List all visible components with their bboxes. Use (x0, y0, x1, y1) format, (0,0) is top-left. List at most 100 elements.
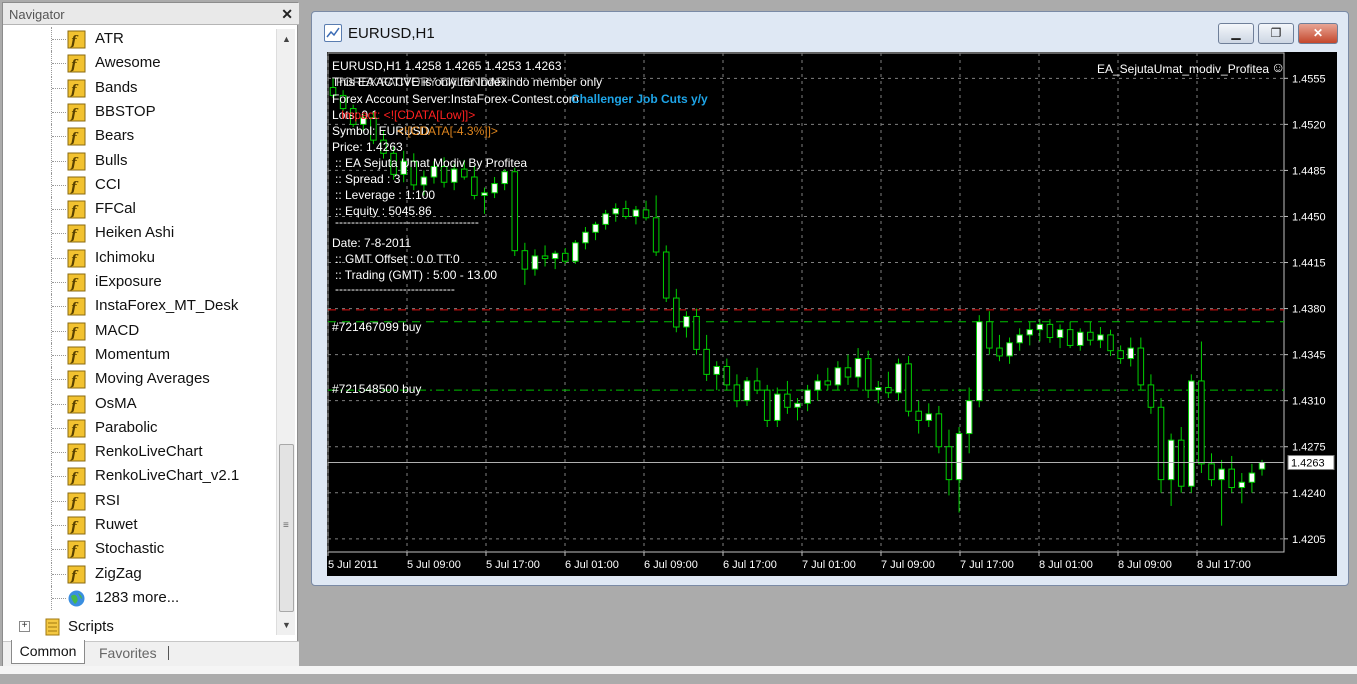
candle-body (743, 380, 751, 402)
indicator-item[interactable]: f Awesome (3, 51, 273, 76)
indicator-item[interactable]: f RSI (3, 488, 273, 513)
candle-body (632, 209, 640, 217)
news-impact: Impact: <![CDATA[Low]]> (341, 108, 476, 122)
indicator-item[interactable]: 1283 more... (3, 585, 273, 610)
indicator-item[interactable]: f ZigZag (3, 561, 273, 586)
indicator-label: BBSTOP (95, 102, 156, 120)
close-icon[interactable]: ✕ (281, 6, 293, 23)
x-tick-label: 5 Jul 09:00 (407, 559, 461, 571)
minimize-button[interactable]: ▁ (1218, 23, 1254, 44)
ea-name-label: EA_SejutaUmat_modiv_Profitea (1097, 62, 1270, 76)
indicator-icon: f (67, 467, 86, 486)
navigator-scrollbar[interactable]: ▲ ≡ ▼ (276, 29, 295, 635)
candle-body (794, 402, 801, 408)
indicator-item[interactable]: f Ruwet (3, 513, 273, 537)
indicator-item[interactable]: f RenkoLiveChart (3, 440, 273, 465)
gmt-offset-label: :: GMT Offset : 0.0 TT:0 (335, 252, 460, 266)
candle-body (784, 393, 791, 408)
navigator-tabs: Common Favorites (3, 640, 299, 667)
x-tick-label: 6 Jul 09:00 (644, 559, 698, 571)
tree-item-scripts[interactable]: + Scripts (3, 615, 273, 639)
indicator-item[interactable]: f Moving Averages (3, 367, 273, 392)
indicator-label: RenkoLiveChart (95, 443, 203, 461)
indicator-label: Heiken Ashi (95, 224, 175, 242)
chart-area[interactable]: 1.4555 1.4520 1.4485 1.4450 1.4415 1.4380 1.43… (327, 52, 1337, 576)
tree-branch (52, 282, 66, 283)
candle-body (673, 297, 680, 328)
indicator-item[interactable]: f ATR (3, 27, 273, 51)
indicator-item[interactable]: f CCI (3, 172, 273, 197)
indicator-item[interactable]: f Bulls (3, 148, 273, 173)
indicator-item[interactable]: f Bands (3, 75, 273, 100)
candle-body (1228, 468, 1235, 489)
indicator-item[interactable]: f FFCal (3, 197, 273, 222)
indicator-item[interactable]: f Bears (3, 124, 273, 149)
candle-body (662, 251, 670, 299)
tab-common[interactable]: Common (11, 640, 85, 664)
candle-body (1076, 331, 1084, 346)
indicator-item[interactable]: f MACD (3, 318, 273, 343)
candle-body (925, 413, 933, 421)
tree-branch (52, 136, 66, 138)
candle-body (1006, 342, 1013, 357)
expand-icon[interactable]: + (19, 621, 30, 632)
indicator-item[interactable]: f Ichimoku (3, 245, 273, 270)
indicator-item[interactable]: f Heiken Ashi (3, 221, 273, 246)
candle-body (723, 365, 731, 386)
tree-branch (52, 597, 66, 599)
candle-body (1056, 329, 1064, 339)
indicator-label: InstaForex_MT_Desk (95, 297, 239, 315)
x-tick-label: 5 Jul 2011 (328, 559, 378, 571)
tab-favorites[interactable]: Favorites (99, 645, 157, 661)
y-tick-label: 1.4380 (1292, 304, 1326, 316)
order-label-1[interactable]: #721467099 buy (332, 320, 421, 334)
tab-separator (168, 646, 169, 660)
candle-body (965, 400, 973, 435)
candle-body (420, 176, 428, 186)
candle-body (753, 380, 761, 391)
scroll-up-icon[interactable]: ▲ (277, 29, 296, 49)
indicator-item[interactable]: f iExposure (3, 270, 273, 294)
order-label-2[interactable]: #721548500 buy (332, 382, 421, 396)
tree-branch (52, 573, 66, 575)
indicator-icon: f (67, 322, 86, 341)
indicator-item[interactable]: f Momentum (3, 342, 273, 367)
price-label: Price: 1.4263 (332, 140, 403, 154)
indicator-icon: f (67, 200, 86, 219)
tree-branch (52, 379, 66, 381)
x-tick-label: 7 Jul 17:00 (960, 559, 1014, 571)
close-button[interactable]: ✕ (1298, 23, 1338, 44)
candle-body (1016, 334, 1023, 344)
x-tick-label: 6 Jul 17:00 (723, 559, 777, 571)
tree-branch (52, 39, 66, 40)
indicator-item[interactable]: f BBSTOP (3, 99, 273, 124)
candle-body (955, 433, 963, 481)
y-tick-label: 1.4240 (1292, 488, 1326, 500)
candle-body (561, 252, 569, 262)
smiley-icon: ☺ (1271, 59, 1286, 75)
scripts-folder-icon (45, 618, 60, 636)
candle-body (1066, 329, 1074, 346)
candle-body (975, 321, 983, 402)
maximize-button[interactable]: ❐ (1258, 23, 1294, 44)
indicator-item[interactable]: f Parabolic (3, 415, 273, 440)
date-label: Date: 7-8-2011 (332, 236, 412, 250)
candle-body (1046, 323, 1054, 339)
candle-body (1087, 331, 1094, 341)
scroll-down-icon[interactable]: ▼ (277, 615, 296, 635)
candle-body (763, 389, 771, 421)
indicator-icon: f (67, 127, 86, 146)
scroll-thumb[interactable]: ≡ (279, 444, 294, 612)
indicator-item[interactable]: f Stochastic (3, 537, 273, 562)
chart-window-icon (324, 24, 342, 42)
indicator-item[interactable]: f InstaForex_MT_Desk (3, 294, 273, 319)
tree-branch (52, 476, 66, 478)
x-tick-label: 7 Jul 01:00 (802, 559, 856, 571)
candle-body (905, 363, 912, 412)
candle-body (1167, 439, 1175, 481)
candle-body (1208, 463, 1215, 481)
candle-body (733, 384, 741, 402)
indicator-item[interactable]: f RenkoLiveChart_v2.1 (3, 464, 273, 489)
tree-branch (52, 452, 66, 454)
indicator-item[interactable]: f OsMA (3, 391, 273, 416)
